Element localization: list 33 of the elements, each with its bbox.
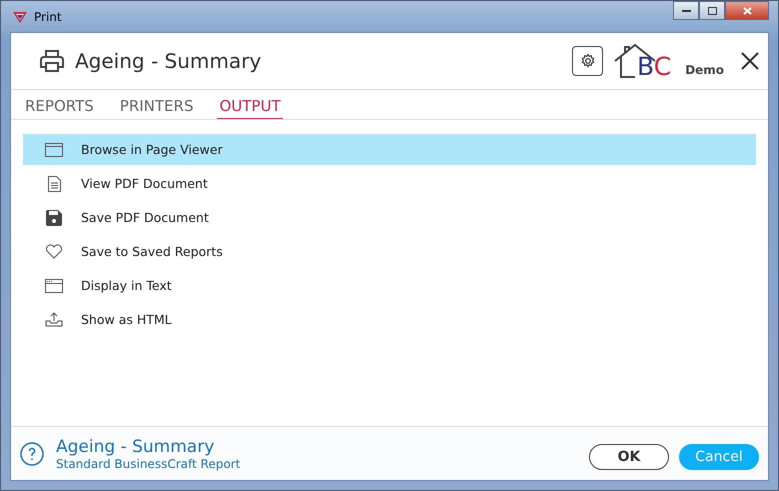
document-icon bbox=[48, 176, 60, 192]
help-icon[interactable] bbox=[20, 442, 44, 466]
tab[interactable]: REPORTS bbox=[23, 97, 96, 119]
output-option[interactable]: Browse in Page Viewer bbox=[23, 134, 756, 165]
logo-text: BC bbox=[637, 54, 672, 79]
house-logo-icon bbox=[613, 43, 657, 79]
heart-icon bbox=[45, 244, 63, 259]
gear-icon bbox=[580, 53, 596, 69]
ok-button[interactable]: OK bbox=[589, 444, 669, 470]
output-option[interactable]: Save PDF Document bbox=[23, 202, 756, 233]
report-name: Ageing - Summary bbox=[56, 436, 216, 456]
window-title: Print bbox=[34, 10, 62, 24]
output-option[interactable]: Save to Saved Reports bbox=[23, 236, 756, 267]
close-icon bbox=[742, 6, 752, 14]
maximize-icon bbox=[708, 6, 716, 14]
output-option[interactable]: Display in Text bbox=[23, 270, 756, 301]
printer-icon bbox=[39, 49, 65, 73]
minimize-button[interactable] bbox=[673, 1, 699, 20]
tray-upload-icon bbox=[45, 312, 63, 327]
logo-label: Demo bbox=[685, 63, 724, 77]
tab[interactable]: OUTPUT bbox=[217, 97, 283, 119]
output-option[interactable]: Show as HTML bbox=[23, 304, 756, 335]
report-type: Standard BusinessCraft Report bbox=[56, 456, 240, 470]
close-button[interactable] bbox=[725, 1, 769, 20]
maximize-button[interactable] bbox=[699, 1, 725, 20]
window-icon bbox=[45, 142, 63, 156]
window-icon bbox=[45, 278, 63, 292]
output-option[interactable]: View PDF Document bbox=[23, 168, 756, 199]
minimize-icon bbox=[682, 9, 690, 12]
settings-button[interactable] bbox=[572, 46, 603, 76]
tab[interactable]: PRINTERS bbox=[118, 97, 196, 119]
report-title: Ageing - Summary bbox=[75, 49, 262, 73]
close-icon[interactable] bbox=[740, 51, 760, 71]
